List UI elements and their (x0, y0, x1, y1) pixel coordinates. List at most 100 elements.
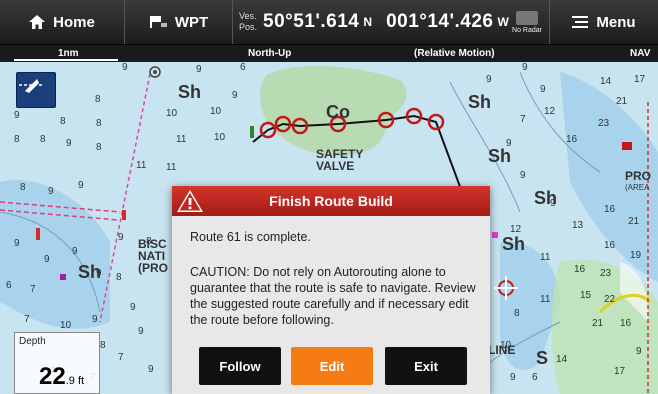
svg-text:6: 6 (532, 372, 538, 383)
svg-text:9: 9 (232, 90, 238, 101)
pro-label: (PRO (138, 261, 168, 275)
svg-text:9: 9 (522, 62, 528, 73)
svg-text:9: 9 (78, 180, 84, 191)
radar-status[interactable]: No Radar (505, 0, 550, 44)
svg-text:Co: Co (326, 102, 350, 122)
svg-text:23: 23 (600, 268, 612, 279)
svg-text:10: 10 (210, 106, 222, 117)
pro-right-label: PRO (625, 169, 651, 183)
svg-text:10: 10 (166, 108, 178, 119)
svg-text:9: 9 (14, 110, 20, 121)
scale-label: 1nm (58, 48, 79, 59)
svg-text:10: 10 (60, 320, 72, 331)
svg-text:9: 9 (510, 372, 516, 383)
svg-text:8: 8 (96, 118, 102, 129)
active-route-nav-button[interactable] (16, 72, 56, 108)
wpt-button[interactable]: WPT (125, 0, 233, 44)
vessel-route-icon (19, 79, 43, 93)
svg-text:23: 23 (598, 118, 610, 129)
svg-text:11: 11 (166, 162, 177, 173)
svg-text:16: 16 (566, 134, 578, 145)
radar-status-label: No Radar (512, 26, 542, 34)
svg-text:9: 9 (44, 254, 50, 265)
svg-text:11: 11 (136, 160, 147, 171)
svg-text:8: 8 (514, 308, 520, 319)
dialog-header: Finish Route Build (172, 186, 490, 216)
svg-text:12: 12 (544, 106, 556, 117)
svg-text:9: 9 (196, 64, 202, 75)
svg-text:9: 9 (540, 84, 546, 95)
status-strip: 1nm North-Up (Relative Motion) NAV (0, 45, 658, 62)
svg-text:11: 11 (176, 134, 187, 145)
svg-text:6: 6 (6, 280, 12, 291)
svg-text:8: 8 (20, 182, 26, 193)
svg-text:19: 19 (630, 250, 642, 261)
svg-text:15: 15 (580, 290, 592, 301)
svg-text:14: 14 (600, 76, 612, 87)
follow-button[interactable]: Follow (199, 347, 281, 385)
svg-text:16: 16 (604, 204, 616, 215)
svg-text:Sh: Sh (534, 188, 557, 208)
svg-text:9: 9 (92, 314, 98, 325)
svg-text:17: 17 (634, 74, 646, 85)
menu-icon (572, 16, 589, 28)
home-button[interactable]: Home (0, 0, 125, 44)
svg-text:9: 9 (486, 74, 492, 85)
svg-text:11: 11 (540, 252, 551, 263)
edit-button[interactable]: Edit (291, 347, 373, 385)
dialog-title: Finish Route Build (269, 193, 393, 209)
svg-text:Sh: Sh (488, 146, 511, 166)
vessel-position-readout: Ves. Pos. 50°51'.614 N 001°14'.426 W (233, 0, 509, 44)
svg-text:Sh: Sh (468, 92, 491, 112)
route-complete-message: Route 61 is complete. (190, 230, 311, 244)
svg-text:8: 8 (100, 340, 106, 351)
svg-text:7: 7 (24, 314, 30, 325)
svg-text:10: 10 (214, 132, 226, 143)
svg-text:8: 8 (96, 142, 102, 153)
finish-route-dialog: Finish Route Build Route 61 is complete.… (172, 186, 490, 394)
motion-mode-label: (Relative Motion) (414, 48, 495, 59)
svg-text:16: 16 (574, 264, 586, 275)
svg-text:S: S (536, 348, 548, 368)
svg-text:9: 9 (66, 138, 72, 149)
latitude-hemisphere: N (363, 15, 373, 29)
menu-button[interactable]: Menu (550, 0, 658, 44)
svg-text:7: 7 (118, 352, 124, 363)
svg-text:9: 9 (138, 326, 144, 337)
svg-text:21: 21 (628, 216, 640, 227)
svg-text:9: 9 (130, 302, 136, 313)
top-bar: Home WPT Ves. Pos. 50°51'.614 N 001°14'.… (0, 0, 658, 45)
svg-text:11: 11 (540, 294, 551, 305)
scale-bar (14, 59, 118, 61)
svg-text:14: 14 (556, 354, 568, 365)
depth-panel: Depth 22.9 ft (14, 332, 100, 394)
svg-text:8: 8 (116, 272, 122, 283)
home-icon (29, 15, 46, 29)
svg-text:7: 7 (30, 284, 36, 295)
svg-text:Sh: Sh (78, 262, 101, 282)
caution-message: CAUTION: Do not rely on Autorouting alon… (190, 265, 476, 327)
svg-text:8: 8 (60, 116, 66, 127)
svg-text:22: 22 (604, 294, 616, 305)
svg-text:16: 16 (604, 240, 616, 251)
area-label: (AREA (625, 183, 650, 192)
svg-text:9: 9 (148, 364, 154, 375)
svg-text:9: 9 (14, 238, 20, 249)
svg-text:6: 6 (240, 62, 246, 73)
safety-valve-label-2: VALVE (316, 159, 354, 173)
svg-text:9: 9 (118, 232, 124, 243)
svg-text:Sh: Sh (502, 234, 525, 254)
radar-icon (516, 10, 538, 25)
exit-button[interactable]: Exit (385, 347, 467, 385)
svg-text:9: 9 (520, 170, 526, 181)
svg-text:7: 7 (520, 114, 526, 125)
svg-text:17: 17 (614, 366, 626, 377)
latitude-value: 50°51'.614 (263, 11, 360, 32)
svg-text:8: 8 (14, 134, 20, 145)
svg-text:9: 9 (48, 186, 54, 197)
svg-text:9: 9 (72, 246, 78, 257)
svg-text:13: 13 (572, 220, 584, 231)
orientation-label: North-Up (248, 48, 292, 59)
svg-text:Sh: Sh (178, 82, 201, 102)
waypoint-flag-icon (149, 15, 167, 29)
